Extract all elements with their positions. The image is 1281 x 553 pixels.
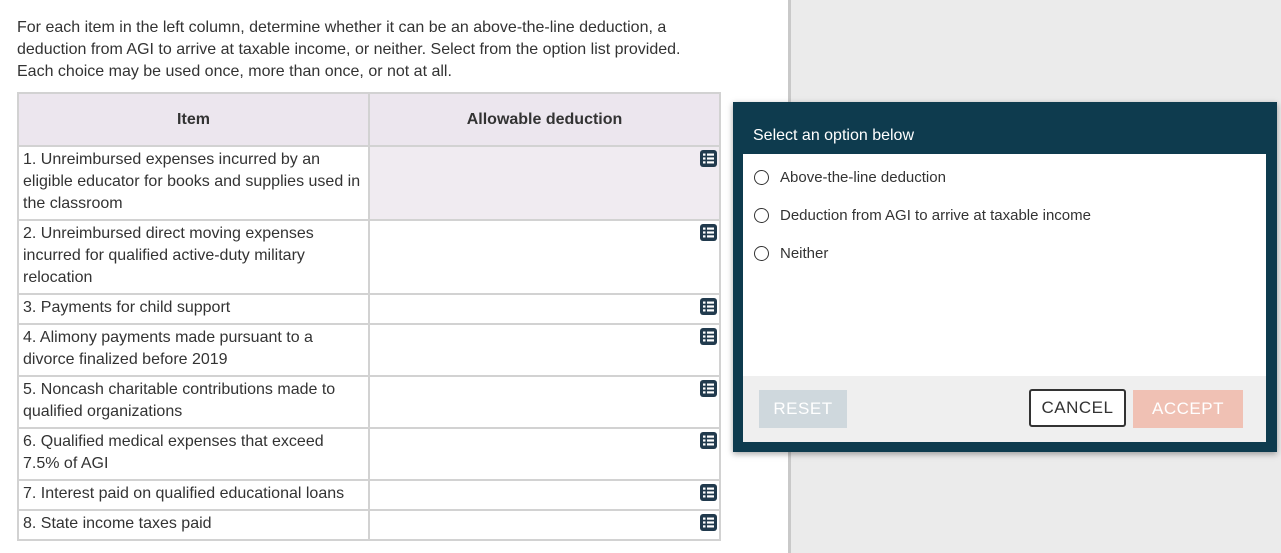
- option-list-icon[interactable]: [700, 150, 717, 167]
- answer-cell[interactable]: [368, 427, 721, 481]
- option-list-icon[interactable]: [700, 432, 717, 449]
- table-row: 2. Unreimbursed direct moving expenses i…: [17, 219, 721, 295]
- option-list-icon[interactable]: [700, 380, 717, 397]
- deduction-column-header: Allowable deduction: [368, 92, 721, 147]
- table-row: 3. Payments for child support: [17, 293, 721, 325]
- option-list-icon[interactable]: [700, 484, 717, 501]
- option-list-icon[interactable]: [700, 298, 717, 315]
- table-header-row: Item Allowable deduction: [17, 92, 721, 147]
- item-label: 3. Payments for child support: [17, 293, 370, 325]
- option-label: Deduction from AGI to arrive at taxable …: [780, 206, 1091, 224]
- option-list-icon[interactable]: [700, 514, 717, 531]
- table-row: 1. Unreimbursed expenses incurred by an …: [17, 145, 721, 221]
- answer-cell[interactable]: [368, 293, 721, 325]
- radio-button[interactable]: [754, 245, 769, 261]
- table-row: 4. Alimony payments made pursuant to a d…: [17, 323, 721, 377]
- table-row: 7. Interest paid on qualified educationa…: [17, 479, 721, 511]
- answer-cell[interactable]: [368, 509, 721, 541]
- radio-button[interactable]: [754, 169, 769, 185]
- option-select-dialog: Select an option below Above-the-line de…: [733, 102, 1277, 452]
- table-row: 5. Noncash charitable contributions made…: [17, 375, 721, 429]
- item-column-header: Item: [17, 92, 370, 147]
- deduction-table: Item Allowable deduction 1. Unreimbursed…: [17, 92, 721, 541]
- item-label: 1. Unreimbursed expenses incurred by an …: [17, 145, 370, 221]
- table-row: 6. Qualified medical expenses that excee…: [17, 427, 721, 481]
- answer-cell[interactable]: [368, 323, 721, 377]
- item-label: 4. Alimony payments made pursuant to a d…: [17, 323, 370, 377]
- item-label: 8. State income taxes paid: [17, 509, 370, 541]
- answer-cell[interactable]: [368, 375, 721, 429]
- answer-cell[interactable]: [368, 145, 721, 221]
- option-list-icon[interactable]: [700, 328, 717, 345]
- radio-button[interactable]: [754, 207, 769, 223]
- item-label: 5. Noncash charitable contributions made…: [17, 375, 370, 429]
- option-list: Above-the-line deduction Deduction from …: [743, 154, 1266, 376]
- answer-cell[interactable]: [368, 219, 721, 295]
- cancel-button[interactable]: CANCEL: [1029, 389, 1126, 427]
- table-row: 8. State income taxes paid: [17, 509, 721, 541]
- dialog-title: Select an option below: [753, 127, 914, 144]
- option-label: Neither: [780, 244, 829, 262]
- option-deduction-from-agi[interactable]: Deduction from AGI to arrive at taxable …: [754, 205, 1091, 225]
- answer-cell[interactable]: [368, 479, 721, 511]
- item-label: 2. Unreimbursed direct moving expenses i…: [17, 219, 370, 295]
- option-above-the-line[interactable]: Above-the-line deduction: [754, 167, 946, 187]
- option-list-icon[interactable]: [700, 224, 717, 241]
- option-neither[interactable]: Neither: [754, 243, 828, 263]
- item-label: 7. Interest paid on qualified educationa…: [17, 479, 370, 511]
- item-label: 6. Qualified medical expenses that excee…: [17, 427, 370, 481]
- accept-button[interactable]: ACCEPT: [1133, 390, 1243, 428]
- dialog-footer: RESET CANCEL ACCEPT: [743, 376, 1266, 442]
- reset-button[interactable]: RESET: [759, 390, 847, 428]
- option-label: Above-the-line deduction: [780, 168, 946, 186]
- instructions-text: For each item in the left column, determ…: [17, 19, 681, 80]
